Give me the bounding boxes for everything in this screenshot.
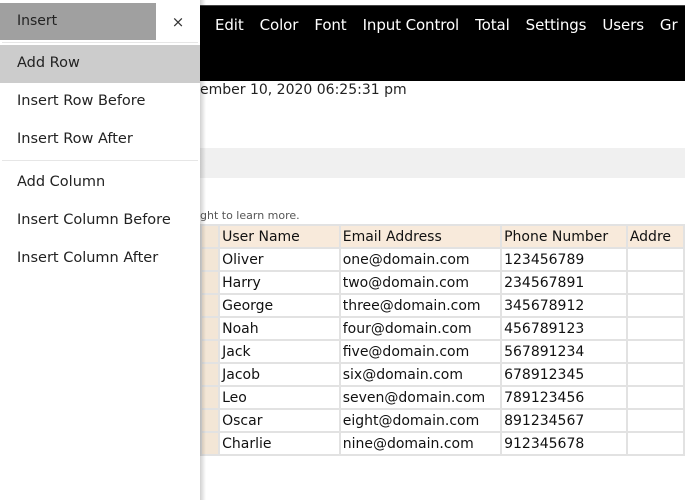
menu-item-insert-column-before[interactable]: Insert Column Before (0, 202, 200, 240)
menu-item-label: Add Column (17, 174, 106, 190)
cell-email[interactable]: six@domain.com (338, 362, 503, 387)
cell-user-name[interactable]: Leo (218, 385, 341, 410)
menu-item-label: Insert Row Before (17, 93, 146, 109)
cell-phone[interactable]: 891234567 (500, 408, 628, 433)
cell-address[interactable] (625, 339, 685, 364)
table-row: Charlie nine@domain.com 912345678 (199, 431, 685, 456)
cell-email[interactable]: nine@domain.com (338, 431, 503, 456)
cell-address[interactable] (625, 385, 685, 410)
cell-email[interactable]: seven@domain.com (338, 385, 503, 410)
hint-text: ght to learn more. (200, 209, 300, 222)
table-row: Noah four@domain.com 456789123 (199, 316, 685, 341)
cell-phone[interactable]: 567891234 (500, 339, 628, 364)
cell-phone[interactable]: 678912345 (500, 362, 628, 387)
cell-user-name[interactable]: Oliver (218, 247, 341, 272)
menu-item-insert-row-after[interactable]: Insert Row After (0, 121, 200, 159)
cell-email[interactable]: three@domain.com (338, 293, 503, 318)
menu-item-insert-column-after[interactable]: Insert Column After (0, 240, 200, 278)
cell-user-name[interactable]: Harry (218, 270, 341, 295)
sidebar-header: Insert (0, 3, 156, 40)
cell-phone[interactable]: 912345678 (500, 431, 628, 456)
menu-item-label: Insert Column Before (17, 212, 171, 228)
header-user-name[interactable]: User Name (218, 224, 341, 249)
insert-sidebar: Insert × Add Row Insert Row Before Inser… (0, 0, 200, 500)
sidebar-title: Insert (17, 13, 58, 29)
header-phone-number[interactable]: Phone Number (500, 224, 628, 249)
table-row: Jacob six@domain.com 678912345 (199, 362, 685, 387)
table-row: George three@domain.com 345678912 (199, 293, 685, 318)
menu-item-add-column[interactable]: Add Column (0, 164, 200, 202)
cell-address[interactable] (625, 362, 685, 387)
cell-email[interactable]: two@domain.com (338, 270, 503, 295)
table-row: Oscar eight@domain.com 891234567 (199, 408, 685, 433)
menu-item-insert-row-before[interactable]: Insert Row Before (0, 83, 200, 121)
data-grid: User Name Email Address Phone Number Add… (199, 224, 685, 456)
menu-input-control[interactable]: Input Control (363, 16, 460, 34)
cell-address[interactable] (625, 270, 685, 295)
menu-item-add-row[interactable]: Add Row (0, 45, 200, 83)
table-row: Harry two@domain.com 234567891 (199, 270, 685, 295)
cell-phone[interactable]: 789123456 (500, 385, 628, 410)
menu-settings[interactable]: Settings (526, 16, 587, 34)
sidebar-shadow (200, 0, 206, 500)
menu-gr[interactable]: Gr (660, 16, 678, 34)
table-row: Oliver one@domain.com 123456789 (199, 247, 685, 272)
menu-font[interactable]: Font (314, 16, 346, 34)
cell-address[interactable] (625, 408, 685, 433)
cell-user-name[interactable]: Jack (218, 339, 341, 364)
cell-address[interactable] (625, 316, 685, 341)
menu-item-label: Add Row (17, 55, 80, 71)
cell-user-name[interactable]: Noah (218, 316, 341, 341)
cell-user-name[interactable]: Jacob (218, 362, 341, 387)
menu-item-label: Insert Column After (17, 250, 159, 266)
menu-color[interactable]: Color (260, 16, 299, 34)
menu-edit[interactable]: Edit (215, 16, 244, 34)
cell-phone[interactable]: 234567891 (500, 270, 628, 295)
cell-phone[interactable]: 123456789 (500, 247, 628, 272)
table-row: Jack five@domain.com 567891234 (199, 339, 685, 364)
cell-phone[interactable]: 456789123 (500, 316, 628, 341)
cell-phone[interactable]: 345678912 (500, 293, 628, 318)
divider (2, 42, 198, 43)
cell-user-name[interactable]: George (218, 293, 341, 318)
cell-address[interactable] (625, 293, 685, 318)
header-email-address[interactable]: Email Address (338, 224, 503, 249)
cell-email[interactable]: eight@domain.com (338, 408, 503, 433)
menu-total[interactable]: Total (475, 16, 510, 34)
header-address[interactable]: Addre (625, 224, 685, 249)
cell-email[interactable]: four@domain.com (338, 316, 503, 341)
table-row: Leo seven@domain.com 789123456 (199, 385, 685, 410)
cell-email[interactable]: five@domain.com (338, 339, 503, 364)
cell-address[interactable] (625, 431, 685, 456)
header-row: User Name Email Address Phone Number Add… (199, 224, 685, 249)
divider (2, 160, 198, 161)
menu-users[interactable]: Users (602, 16, 644, 34)
toolbar-band (200, 148, 685, 178)
close-icon[interactable]: × (166, 10, 190, 34)
cell-email[interactable]: one@domain.com (338, 247, 503, 272)
cell-address[interactable] (625, 247, 685, 272)
top-menu: Edit Color Font Input Control Total Sett… (215, 16, 685, 34)
cell-user-name[interactable]: Charlie (218, 431, 341, 456)
cell-user-name[interactable]: Oscar (218, 408, 341, 433)
date-text: ember 10, 2020 06:25:31 pm (200, 82, 407, 98)
menu-item-label: Insert Row After (17, 131, 133, 147)
